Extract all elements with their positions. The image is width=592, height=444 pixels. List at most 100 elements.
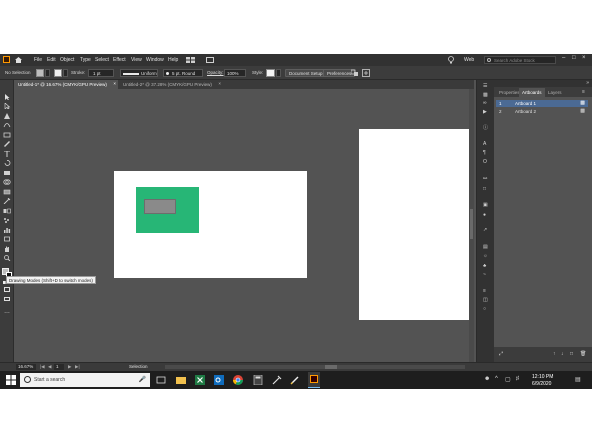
vertical-scrollbar[interactable]: [469, 89, 474, 362]
next-artboard-button[interactable]: ▶: [68, 364, 71, 370]
shape-builder-tool-icon[interactable]: [3, 179, 11, 185]
illustrator-taskbar-icon[interactable]: [308, 372, 320, 388]
rearrange-artboards-icon[interactable]: ⤢: [499, 351, 503, 357]
close-tab-icon[interactable]: ×: [218, 81, 221, 86]
curvature-tool-icon[interactable]: [3, 122, 11, 128]
artboard-2[interactable]: [359, 129, 474, 320]
maximize-button[interactable]: □: [572, 55, 576, 61]
menu-select[interactable]: Select: [95, 57, 109, 63]
stroke-swatch[interactable]: [54, 69, 62, 77]
pathfinder-panel-icon[interactable]: ◫: [483, 298, 489, 303]
glyphs-panel-icon[interactable]: □: [483, 187, 489, 192]
rectangle-tool-icon[interactable]: [3, 132, 11, 138]
delete-artboard-icon[interactable]: 🗑: [580, 351, 586, 357]
close-tab-icon[interactable]: ×: [113, 81, 116, 86]
move-down-icon[interactable]: ↓: [561, 351, 564, 357]
libraries-panel-icon[interactable]: ▩: [483, 93, 489, 98]
gradient-tool-icon[interactable]: [3, 189, 11, 195]
excel-icon[interactable]: [195, 375, 205, 385]
links-chain-icon[interactable]: ⚯: [483, 177, 489, 182]
actions-panel-icon[interactable]: ▶: [483, 110, 489, 115]
tab-untitled-2[interactable]: Untitled-2* @ 37.28% (CMYK/GPU Preview) …: [119, 80, 223, 89]
color-guide-icon[interactable]: ●: [483, 213, 489, 218]
zoom-field[interactable]: 16.67%: [16, 364, 36, 370]
workspace-switcher[interactable]: Web: [464, 57, 474, 63]
brushes-panel-icon[interactable]: ~: [483, 273, 489, 278]
menu-edit[interactable]: Edit: [47, 57, 56, 63]
settings-tools-icon[interactable]: [272, 375, 282, 385]
microphone-icon[interactable]: 🎤: [139, 376, 146, 383]
pen-tool-icon[interactable]: [3, 113, 11, 119]
green-rectangle[interactable]: [136, 187, 199, 233]
clock-time[interactable]: 12:10 PM: [532, 374, 553, 380]
artboard-options-icon[interactable]: ▩: [580, 108, 585, 114]
notifications-icon[interactable]: ▤: [575, 376, 581, 383]
taskbar-search-box[interactable]: Start a search 🎤: [20, 373, 150, 387]
variable-width-profile[interactable]: Uniform: [120, 69, 158, 77]
hand-tool-icon[interactable]: [3, 246, 11, 252]
transform-panel-icon[interactable]: ▣: [483, 203, 489, 208]
tab-artboards[interactable]: Artboards: [519, 88, 545, 97]
search-stock-field[interactable]: Search Adobe Stock: [484, 56, 556, 64]
prev-artboard-button[interactable]: ◀: [48, 364, 51, 370]
panel-menu-icon[interactable]: ≡: [582, 89, 585, 95]
export-asset-icon[interactable]: ↗: [483, 228, 489, 233]
edit-toolbar-icon[interactable]: …: [4, 309, 10, 315]
opentype-panel-icon[interactable]: O: [483, 160, 489, 165]
lightbulb-icon[interactable]: [448, 56, 454, 64]
paintbrush-tool-icon[interactable]: [3, 141, 11, 147]
vertical-scrollbar-thumb[interactable]: [470, 209, 473, 239]
stroke-weight-field[interactable]: 1 pt: [88, 69, 114, 77]
appearance-panel-icon[interactable]: ☼: [483, 254, 489, 259]
current-tool-label[interactable]: Selection: [129, 364, 148, 369]
more-options-icon[interactable]: [362, 69, 370, 77]
stroke-dropdown[interactable]: [63, 69, 68, 77]
properties-panel-icon[interactable]: ☰: [483, 84, 489, 89]
column-graph-tool-icon[interactable]: [3, 227, 11, 233]
people-icon[interactable]: ☻: [484, 376, 490, 382]
artboard-row-2[interactable]: 2 Artboard 2 ▩: [496, 108, 588, 115]
rotate-tool-icon[interactable]: [3, 160, 11, 166]
fill-dropdown[interactable]: [45, 69, 50, 77]
links-panel-icon[interactable]: ∞: [483, 101, 489, 106]
network-icon[interactable]: ▢: [505, 376, 511, 383]
menu-type[interactable]: Type: [80, 57, 91, 63]
align-panel-icon[interactable]: ≡: [483, 289, 489, 294]
tab-layers[interactable]: Layers: [545, 88, 565, 97]
brush-definition[interactable]: 5 pt. Round: [163, 69, 203, 77]
fill-swatch[interactable]: [36, 69, 44, 77]
eraser-tool-icon[interactable]: [3, 170, 11, 176]
artboard-nav-field[interactable]: 1: [54, 364, 64, 370]
arrange-documents-icon[interactable]: [186, 57, 195, 63]
volume-icon[interactable]: ♯: [516, 376, 519, 382]
symbols-panel-icon[interactable]: ♣: [483, 264, 489, 269]
artboard-row-1[interactable]: 1 Artboard 1 ▩: [496, 100, 588, 107]
close-button[interactable]: ×: [582, 55, 586, 61]
arrange-icon[interactable]: [350, 69, 359, 77]
selection-tool-icon[interactable]: [3, 94, 11, 100]
menu-effect[interactable]: Effect: [113, 57, 126, 63]
artboard-1[interactable]: [114, 171, 307, 278]
paragraph-panel-icon[interactable]: ¶: [483, 151, 489, 156]
layers-icon[interactable]: ▤: [483, 245, 489, 250]
blend-tool-icon[interactable]: [3, 208, 11, 214]
canvas[interactable]: [14, 89, 474, 362]
tab-untitled-1[interactable]: Untitled-1* @ 16.67% (CMYK/GPU Preview) …: [14, 80, 118, 89]
opacity-field[interactable]: 100%: [224, 69, 246, 77]
home-icon[interactable]: [15, 57, 22, 63]
menu-help[interactable]: Help: [168, 57, 178, 63]
new-artboard-icon[interactable]: □: [570, 351, 573, 357]
menu-view[interactable]: View: [131, 57, 142, 63]
collapse-panels-icon[interactable]: »: [586, 80, 589, 86]
menu-object[interactable]: Object: [60, 57, 74, 63]
direct-selection-tool-icon[interactable]: [3, 103, 11, 109]
pen-app-icon[interactable]: [290, 375, 300, 385]
chrome-icon[interactable]: [233, 375, 243, 385]
type-tool-icon[interactable]: [3, 151, 11, 157]
outlook-icon[interactable]: [214, 375, 224, 385]
file-explorer-icon[interactable]: [176, 375, 186, 385]
first-artboard-button[interactable]: |◀: [40, 364, 45, 370]
document-setup-button[interactable]: Document Setup: [285, 69, 327, 77]
zoom-tool-icon[interactable]: [3, 255, 11, 261]
minimize-button[interactable]: –: [562, 55, 565, 61]
